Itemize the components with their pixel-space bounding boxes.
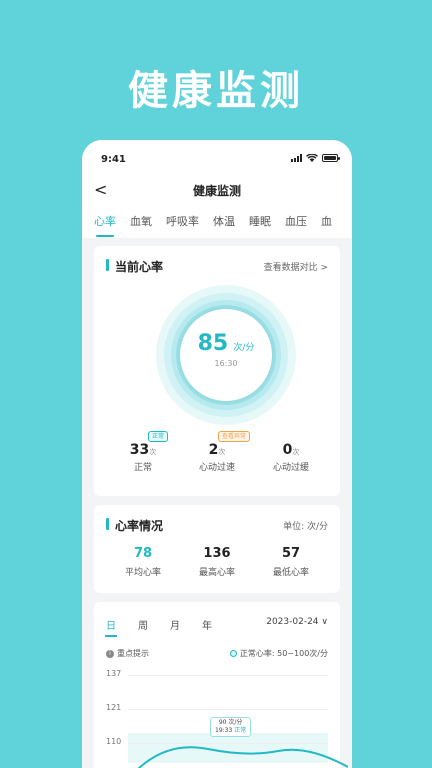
- tab-sleep[interactable]: 睡眠: [249, 213, 271, 229]
- tab-year[interactable]: 年: [202, 617, 212, 632]
- info-icon: i: [106, 649, 114, 658]
- stat-tachycardia: 查看异常 2次 心动过速: [182, 431, 252, 473]
- min-heart-rate: 57 最低心率: [272, 546, 309, 578]
- key-hint-label[interactable]: 重点提示: [117, 648, 149, 659]
- tab-respiration[interactable]: 呼吸率: [166, 213, 199, 229]
- chart-tooltip: 90 次/分 19:33 正常: [210, 717, 252, 737]
- current-bpm-value: 85: [197, 331, 229, 356]
- view-abnormal-badge[interactable]: 查看异常: [218, 431, 251, 442]
- tab-month[interactable]: 月: [170, 617, 180, 632]
- heart-rate-gauge: 85 次/分 16:30: [106, 275, 346, 435]
- tab-heart-rate[interactable]: 心率: [94, 213, 116, 237]
- y-tick: 121: [106, 703, 122, 712]
- tab-blood-oxygen[interactable]: 血氧: [130, 213, 152, 229]
- content: 当前心率 查看数据对比 > 85 次/分 16:30 正常 33次 正常 查看异…: [82, 238, 352, 768]
- current-bpm-unit: 次/分: [233, 343, 255, 353]
- metric-tabs: 心率 血氧 呼吸率 体温 睡眠 血压 血: [82, 204, 352, 238]
- current-heart-rate-title: 当前心率: [106, 258, 163, 275]
- page-title: 健康监测: [192, 184, 241, 198]
- heart-rate-chart: 137 121 110 90 次/分 19:33 正常: [106, 667, 348, 768]
- episode-stats: 正常 33次 正常 查看异常 2次 心动过速 0次 心动过缓: [106, 431, 328, 473]
- tab-temperature[interactable]: 体温: [213, 213, 235, 229]
- tab-blood-pressure[interactable]: 血压: [285, 213, 307, 229]
- summary-title: 心率情况: [106, 517, 163, 534]
- status-icons: [291, 154, 340, 162]
- legend-dot-icon: [229, 650, 237, 657]
- battery-icon: [322, 154, 340, 162]
- y-tick: 137: [106, 669, 122, 678]
- status-time: 9:41: [101, 154, 126, 165]
- tab-day[interactable]: 日: [105, 617, 117, 637]
- nav-bar: < 健康监测: [82, 178, 352, 204]
- summary-unit: 单位: 次/分: [283, 522, 328, 532]
- stat-normal: 正常 33次 正常: [108, 431, 178, 473]
- y-tick: 110: [106, 737, 122, 746]
- signal-icon: [291, 154, 302, 162]
- status-badge: 正常: [148, 431, 169, 442]
- date-picker[interactable]: 2023-02-24 ∨: [266, 617, 328, 627]
- average-heart-rate: 78 平均心率: [124, 546, 161, 578]
- compare-data-link[interactable]: 查看数据对比 >: [264, 260, 328, 273]
- current-bpm-time: 16:30: [214, 359, 238, 368]
- promo-title: 健康监测: [128, 68, 304, 114]
- current-heart-rate-card: 当前心率 查看数据对比 > 85 次/分 16:30 正常 33次 正常 查看异…: [94, 246, 340, 496]
- normal-range-legend: 正常心率: 50~100次/分: [239, 649, 328, 658]
- heart-rate-summary-card: 心率情况 单位: 次/分 78 平均心率 136 最高心率 57 最低心率: [94, 505, 340, 593]
- stat-bradycardia: 0次 心动过缓: [272, 442, 309, 473]
- max-heart-rate: 136 最高心率: [198, 546, 235, 578]
- wifi-icon: [306, 154, 318, 162]
- heart-rate-history-card: 日 周 月 年 2023-02-24 ∨ i 重点提示 正常心率: 50~100…: [94, 602, 348, 768]
- status-bar: 9:41: [82, 140, 352, 178]
- tab-more[interactable]: 血: [321, 213, 332, 229]
- tab-week[interactable]: 周: [138, 617, 148, 632]
- period-tabs: 日 周 月 年 2023-02-24 ∨: [105, 614, 328, 637]
- phone-screen: 9:41 < 健康监测 心率 血氧 呼吸率 体温 睡眠 血压 血 当前心率 查看…: [82, 140, 352, 768]
